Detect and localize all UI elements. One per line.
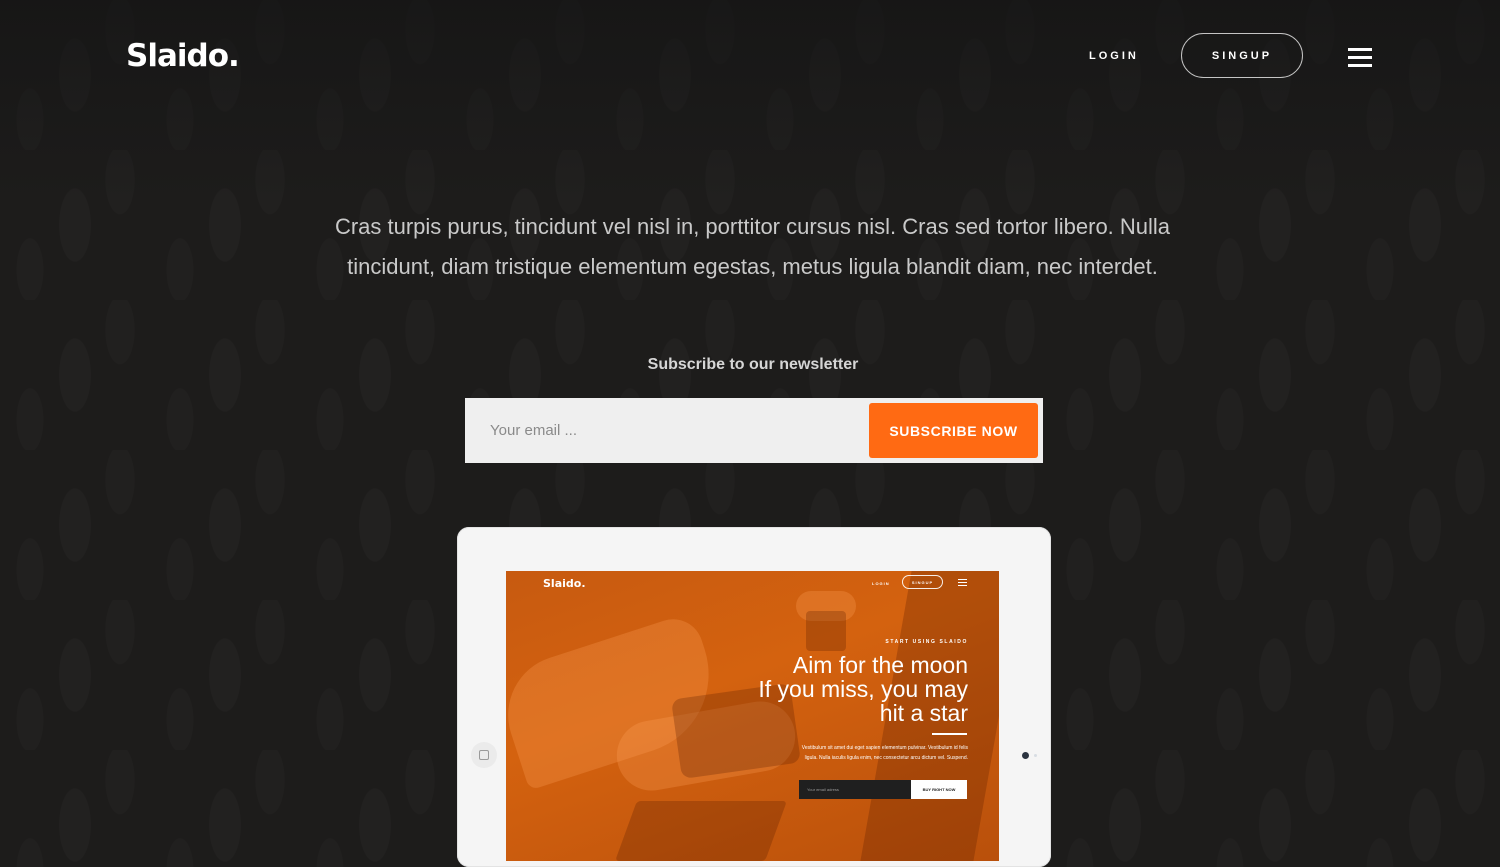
menu-line <box>1348 64 1372 67</box>
newsletter-label: Subscribe to our newsletter <box>647 356 859 373</box>
hero-text: Cras turpis purus, tincidunt vel nisl in… <box>334 214 1171 279</box>
preview-signup-button: SINGUP <box>902 575 943 589</box>
preview-kicker: START USING SLAIDO <box>885 639 968 645</box>
header-backdrop <box>0 0 1500 200</box>
preview-headline-line: If you miss, you may <box>758 676 968 702</box>
tablet-home-button-icon <box>471 742 497 768</box>
preview-login-link: LOGIN <box>872 581 890 586</box>
subscribe-form: SUBSCRIBE NOW <box>465 398 1043 463</box>
subscribe-button[interactable]: SUBSCRIBE NOW <box>869 403 1038 458</box>
tablet-sensor-icon <box>1034 754 1037 757</box>
site-logo[interactable]: Slaido. <box>126 38 240 74</box>
login-link[interactable]: LOGIN <box>1089 50 1139 62</box>
preview-headline-line: Aim for the moon <box>792 652 968 678</box>
menu-line <box>1348 56 1372 59</box>
preview-photo-keyboard <box>615 801 787 861</box>
email-input[interactable] <box>465 398 865 463</box>
preview-logo: Slaido. <box>543 577 586 590</box>
menu-line <box>1348 48 1372 51</box>
preview-headline: Aim for the moon If you miss, you may hi… <box>726 653 968 725</box>
signup-button[interactable]: SINGUP <box>1181 33 1303 78</box>
tablet-mockup: Slaido. LOGIN SINGUP START USING SLAIDO … <box>457 527 1051 867</box>
preview-divider <box>932 733 967 735</box>
tablet-camera-icon <box>1022 752 1029 759</box>
preview-headline-line: hit a star <box>879 700 968 726</box>
preview-hamburger-icon <box>958 579 967 586</box>
preview-buy-button: BUY RIGHT NOW <box>911 780 967 799</box>
preview-email-input: Your email adress <box>807 787 839 792</box>
hamburger-icon[interactable] <box>1348 48 1372 67</box>
preview-buy-label: BUY RIGHT NOW <box>922 787 956 792</box>
preview-signup-label: SINGUP <box>911 579 934 585</box>
subscribe-button-label: SUBSCRIBE NOW <box>889 422 1018 439</box>
preview-body-text: Vestibulum sit amet dui eget sapien elem… <box>801 745 968 761</box>
preview-subscribe-form: Your email adress BUY RIGHT NOW <box>799 780 967 799</box>
signup-button-label: SINGUP <box>1211 49 1273 62</box>
tablet-screen-preview: Slaido. LOGIN SINGUP START USING SLAIDO … <box>506 571 999 861</box>
preview-photo-pot <box>806 611 846 651</box>
